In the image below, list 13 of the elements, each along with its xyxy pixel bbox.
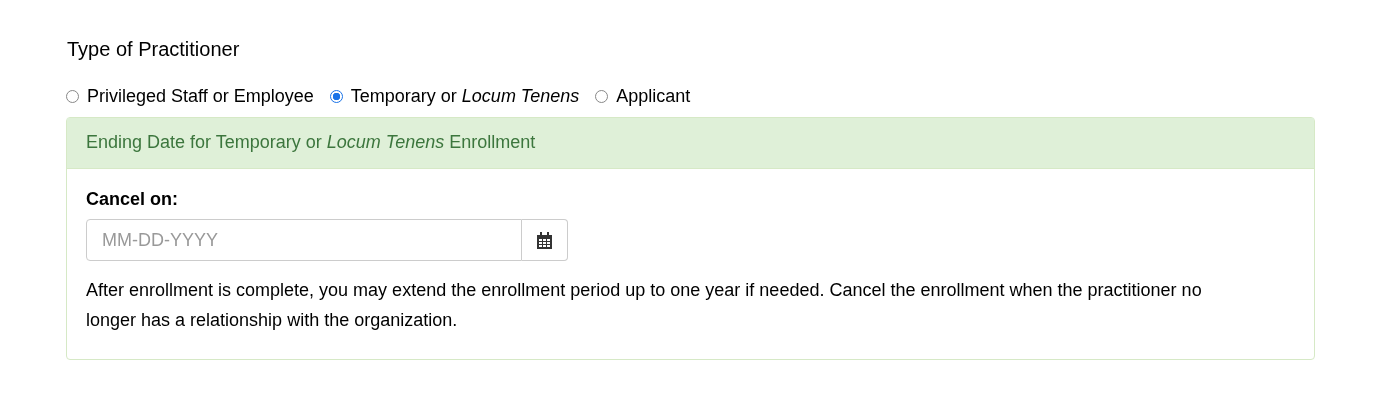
radio-label[interactable]: Privileged Staff or Employee	[87, 86, 314, 107]
radio-label[interactable]: Applicant	[616, 86, 691, 107]
radio-button[interactable]	[329, 90, 343, 103]
panel-heading: Ending Date for Temporary or Locum Tenens Enrollment	[67, 118, 1314, 169]
section-title: Type of Practitioner	[67, 37, 241, 62]
calendar-icon	[537, 231, 552, 249]
radio-button[interactable]	[595, 90, 609, 103]
radio-label[interactable]: Temporary or Locum Tenens	[350, 86, 580, 107]
field-label: Cancel on:	[86, 189, 179, 210]
radio-button[interactable]	[66, 90, 79, 103]
date-input-field[interactable]: MM-DD-YYYY	[86, 219, 522, 261]
calendar-button[interactable]	[522, 219, 568, 261]
help-text: After enrollment is complete, you may extend the enrollment period up to one year if needed. Cancel the enrollment when the practitioner no longer has a relationship with the organization.	[86, 279, 1203, 332]
